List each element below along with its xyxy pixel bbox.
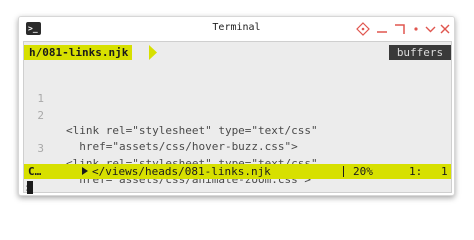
status-path-area: </views/heads/081-links.njk — [52, 164, 362, 179]
terminal-window: >_ Terminal h/081-links.njk buffers 1 2 … — [18, 16, 455, 196]
maximize-icon[interactable] — [393, 22, 407, 36]
status-position: 20% 1: 1 — [341, 164, 451, 179]
mode-indicator: C… — [24, 164, 52, 179]
vim-command-line[interactable]: : — [24, 180, 451, 195]
command-text: : — [24, 181, 31, 194]
minimize-icon[interactable] — [375, 22, 389, 36]
title-bar[interactable]: >_ Terminal — [19, 17, 454, 43]
status-line-number: 1: — [409, 165, 423, 178]
tab-buffers[interactable]: buffers — [389, 45, 451, 60]
close-icon[interactable] — [439, 22, 451, 36]
terminal-area[interactable]: h/081-links.njk buffers 1 2 <link rel="s… — [23, 41, 452, 195]
status-divider — [343, 166, 344, 177]
powerline-arrow-icon — [82, 167, 88, 175]
move-icon[interactable] — [356, 22, 370, 36]
chevron-down-icon[interactable] — [424, 22, 437, 36]
status-percent: 20% — [353, 165, 373, 178]
status-column-number: 1 — [441, 165, 448, 178]
status-file-path: </views/heads/081-links.njk — [92, 165, 271, 178]
code-line[interactable]: 2 <link rel="stylesheet" type="text/css" — [24, 93, 451, 137]
tab-current-file[interactable]: h/081-links.njk — [24, 45, 133, 60]
code-line[interactable]: 1 — [24, 76, 451, 105]
code-line-wrapped[interactable]: href="assets/css/animate-zoom.css"> — [24, 142, 451, 186]
vim-statusline: C… </views/heads/081-links.njk 20% 1: 1 — [24, 164, 451, 179]
vim-tabline: h/081-links.njk buffers — [24, 45, 451, 60]
code-line[interactable]: 3 <link rel="stylesheet" type="text/css" — [24, 126, 451, 170]
shade-icon[interactable] — [411, 22, 421, 36]
code-line-wrapped[interactable]: href="assets/css/hover-buzz.css"> — [24, 109, 451, 153]
